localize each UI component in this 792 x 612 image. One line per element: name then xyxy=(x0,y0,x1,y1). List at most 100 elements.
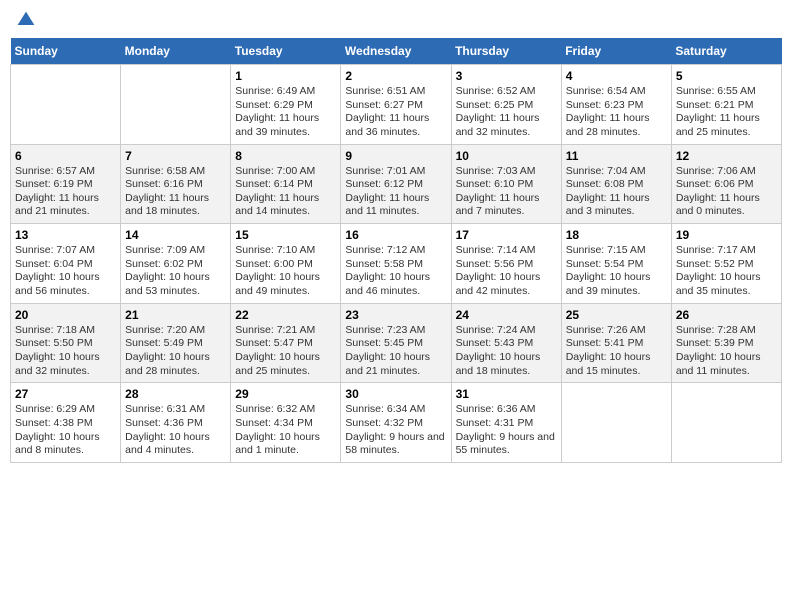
day-number: 24 xyxy=(456,308,557,322)
day-number: 5 xyxy=(676,69,777,83)
calendar-cell: 13 Sunrise: 7:07 AM Sunset: 6:04 PM Dayli… xyxy=(11,224,121,304)
logo-icon xyxy=(16,10,36,30)
day-number: 12 xyxy=(676,149,777,163)
day-info: Sunrise: 6:36 AM Sunset: 4:31 PM Dayligh… xyxy=(456,403,557,458)
calendar-cell: 16Sunrise: 7:12 AM Sunset: 5:58 PM Dayli… xyxy=(341,224,451,304)
day-info: Sunrise: 7:26 AM Sunset: 5:41 PM Dayligh… xyxy=(566,324,667,379)
day-number: 29 xyxy=(235,387,336,401)
day-number: 27 xyxy=(15,387,116,401)
week-row-5: 27 Sunrise: 6:29 AM Sunset: 4:38 PM Dayli… xyxy=(11,383,782,463)
day-info: Sunrise: 6:51 AM Sunset: 6:27 PM Dayligh… xyxy=(345,85,446,140)
calendar-cell: 26 Sunrise: 7:28 AM Sunset: 5:39 PM Dayli… xyxy=(671,303,781,383)
day-number: 13 xyxy=(15,228,116,242)
calendar-cell: 30 Sunrise: 6:34 AM Sunset: 4:32 PM Dayli… xyxy=(341,383,451,463)
day-number: 25 xyxy=(566,308,667,322)
day-number: 21 xyxy=(125,308,226,322)
week-row-3: 13 Sunrise: 7:07 AM Sunset: 6:04 PM Dayli… xyxy=(11,224,782,304)
calendar-cell: 2 Sunrise: 6:51 AM Sunset: 6:27 PM Daylig… xyxy=(341,65,451,145)
day-info: Sunrise: 6:52 AM Sunset: 6:25 PM Dayligh… xyxy=(456,85,557,140)
day-info: Sunrise: 6:29 AM Sunset: 4:38 PM Dayligh… xyxy=(15,403,116,458)
calendar-cell xyxy=(671,383,781,463)
day-number: 3 xyxy=(456,69,557,83)
calendar-cell: 27 Sunrise: 6:29 AM Sunset: 4:38 PM Dayli… xyxy=(11,383,121,463)
column-header-wednesday: Wednesday xyxy=(341,38,451,65)
column-header-sunday: Sunday xyxy=(11,38,121,65)
calendar-cell: 21 Sunrise: 7:20 AM Sunset: 5:49 PM Dayli… xyxy=(121,303,231,383)
day-info: Sunrise: 6:34 AM Sunset: 4:32 PM Dayligh… xyxy=(345,403,446,458)
calendar-cell: 3 Sunrise: 6:52 AM Sunset: 6:25 PM Daylig… xyxy=(451,65,561,145)
day-info: Sunrise: 6:54 AM Sunset: 6:23 PM Dayligh… xyxy=(566,85,667,140)
calendar-cell: 9 Sunrise: 7:01 AM Sunset: 6:12 PM Daylig… xyxy=(341,144,451,224)
calendar-cell: 25 Sunrise: 7:26 AM Sunset: 5:41 PM Dayli… xyxy=(561,303,671,383)
day-number: 28 xyxy=(125,387,226,401)
week-row-4: 20 Sunrise: 7:18 AM Sunset: 5:50 PM Dayli… xyxy=(11,303,782,383)
calendar-cell xyxy=(561,383,671,463)
day-number: 30 xyxy=(345,387,446,401)
day-info: Sunrise: 7:07 AM Sunset: 6:04 PM Dayligh… xyxy=(15,244,116,299)
day-info: Sunrise: 7:23 AM Sunset: 5:45 PM Dayligh… xyxy=(345,324,446,379)
day-info: Sunrise: 6:49 AM Sunset: 6:29 PM Dayligh… xyxy=(235,85,336,140)
day-info: Sunrise: 7:28 AM Sunset: 5:39 PM Dayligh… xyxy=(676,324,777,379)
day-number: 26 xyxy=(676,308,777,322)
page-header xyxy=(10,10,782,30)
day-info: Sunrise: 6:31 AM Sunset: 4:36 PM Dayligh… xyxy=(125,403,226,458)
day-info: Sunrise: 7:01 AM Sunset: 6:12 PM Dayligh… xyxy=(345,165,446,220)
calendar-cell: 31Sunrise: 6:36 AM Sunset: 4:31 PM Dayli… xyxy=(451,383,561,463)
logo xyxy=(14,10,36,30)
calendar-cell: 7Sunrise: 6:58 AM Sunset: 6:16 PM Daylig… xyxy=(121,144,231,224)
day-number: 4 xyxy=(566,69,667,83)
day-info: Sunrise: 7:17 AM Sunset: 5:52 PM Dayligh… xyxy=(676,244,777,299)
day-number: 7 xyxy=(125,149,226,163)
column-header-monday: Monday xyxy=(121,38,231,65)
day-number: 19 xyxy=(676,228,777,242)
day-number: 8 xyxy=(235,149,336,163)
day-info: Sunrise: 7:15 AM Sunset: 5:54 PM Dayligh… xyxy=(566,244,667,299)
day-info: Sunrise: 7:04 AM Sunset: 6:08 PM Dayligh… xyxy=(566,165,667,220)
calendar-cell: 12 Sunrise: 7:06 AM Sunset: 6:06 PM Dayli… xyxy=(671,144,781,224)
day-info: Sunrise: 7:21 AM Sunset: 5:47 PM Dayligh… xyxy=(235,324,336,379)
column-header-friday: Friday xyxy=(561,38,671,65)
calendar-cell: 18Sunrise: 7:15 AM Sunset: 5:54 PM Dayli… xyxy=(561,224,671,304)
day-number: 9 xyxy=(345,149,446,163)
calendar-table: SundayMondayTuesdayWednesdayThursdayFrid… xyxy=(10,38,782,463)
calendar-cell: 4 Sunrise: 6:54 AM Sunset: 6:23 PM Daylig… xyxy=(561,65,671,145)
column-header-tuesday: Tuesday xyxy=(231,38,341,65)
calendar-cell: 17 Sunrise: 7:14 AM Sunset: 5:56 PM Dayli… xyxy=(451,224,561,304)
calendar-cell: 28 Sunrise: 6:31 AM Sunset: 4:36 PM Dayli… xyxy=(121,383,231,463)
day-info: Sunrise: 6:57 AM Sunset: 6:19 PM Dayligh… xyxy=(15,165,116,220)
day-info: Sunrise: 7:06 AM Sunset: 6:06 PM Dayligh… xyxy=(676,165,777,220)
calendar-cell: 23 Sunrise: 7:23 AM Sunset: 5:45 PM Dayli… xyxy=(341,303,451,383)
day-info: Sunrise: 6:32 AM Sunset: 4:34 PM Dayligh… xyxy=(235,403,336,458)
calendar-cell: 6 Sunrise: 6:57 AM Sunset: 6:19 PM Daylig… xyxy=(11,144,121,224)
week-row-1: 1 Sunrise: 6:49 AM Sunset: 6:29 PM Daylig… xyxy=(11,65,782,145)
day-number: 11 xyxy=(566,149,667,163)
day-info: Sunrise: 7:18 AM Sunset: 5:50 PM Dayligh… xyxy=(15,324,116,379)
day-number: 15 xyxy=(235,228,336,242)
calendar-cell: 20 Sunrise: 7:18 AM Sunset: 5:50 PM Dayli… xyxy=(11,303,121,383)
day-info: Sunrise: 7:14 AM Sunset: 5:56 PM Dayligh… xyxy=(456,244,557,299)
calendar-cell: 29 Sunrise: 6:32 AM Sunset: 4:34 PM Dayli… xyxy=(231,383,341,463)
calendar-cell: 5Sunrise: 6:55 AM Sunset: 6:21 PM Daylig… xyxy=(671,65,781,145)
day-number: 14 xyxy=(125,228,226,242)
day-info: Sunrise: 7:20 AM Sunset: 5:49 PM Dayligh… xyxy=(125,324,226,379)
day-info: Sunrise: 7:10 AM Sunset: 6:00 PM Dayligh… xyxy=(235,244,336,299)
day-number: 2 xyxy=(345,69,446,83)
header-row: SundayMondayTuesdayWednesdayThursdayFrid… xyxy=(11,38,782,65)
day-info: Sunrise: 7:09 AM Sunset: 6:02 PM Dayligh… xyxy=(125,244,226,299)
calendar-cell: 15 Sunrise: 7:10 AM Sunset: 6:00 PM Dayli… xyxy=(231,224,341,304)
calendar-cell: 1 Sunrise: 6:49 AM Sunset: 6:29 PM Daylig… xyxy=(231,65,341,145)
column-header-saturday: Saturday xyxy=(671,38,781,65)
calendar-cell: 14 Sunrise: 7:09 AM Sunset: 6:02 PM Dayli… xyxy=(121,224,231,304)
day-number: 1 xyxy=(235,69,336,83)
day-number: 23 xyxy=(345,308,446,322)
calendar-cell: 8 Sunrise: 7:00 AM Sunset: 6:14 PM Daylig… xyxy=(231,144,341,224)
day-info: Sunrise: 7:00 AM Sunset: 6:14 PM Dayligh… xyxy=(235,165,336,220)
calendar-cell: 22Sunrise: 7:21 AM Sunset: 5:47 PM Dayli… xyxy=(231,303,341,383)
week-row-2: 6 Sunrise: 6:57 AM Sunset: 6:19 PM Daylig… xyxy=(11,144,782,224)
day-number: 6 xyxy=(15,149,116,163)
column-header-thursday: Thursday xyxy=(451,38,561,65)
day-number: 20 xyxy=(15,308,116,322)
day-number: 10 xyxy=(456,149,557,163)
calendar-cell: 10Sunrise: 7:03 AM Sunset: 6:10 PM Dayli… xyxy=(451,144,561,224)
day-number: 17 xyxy=(456,228,557,242)
